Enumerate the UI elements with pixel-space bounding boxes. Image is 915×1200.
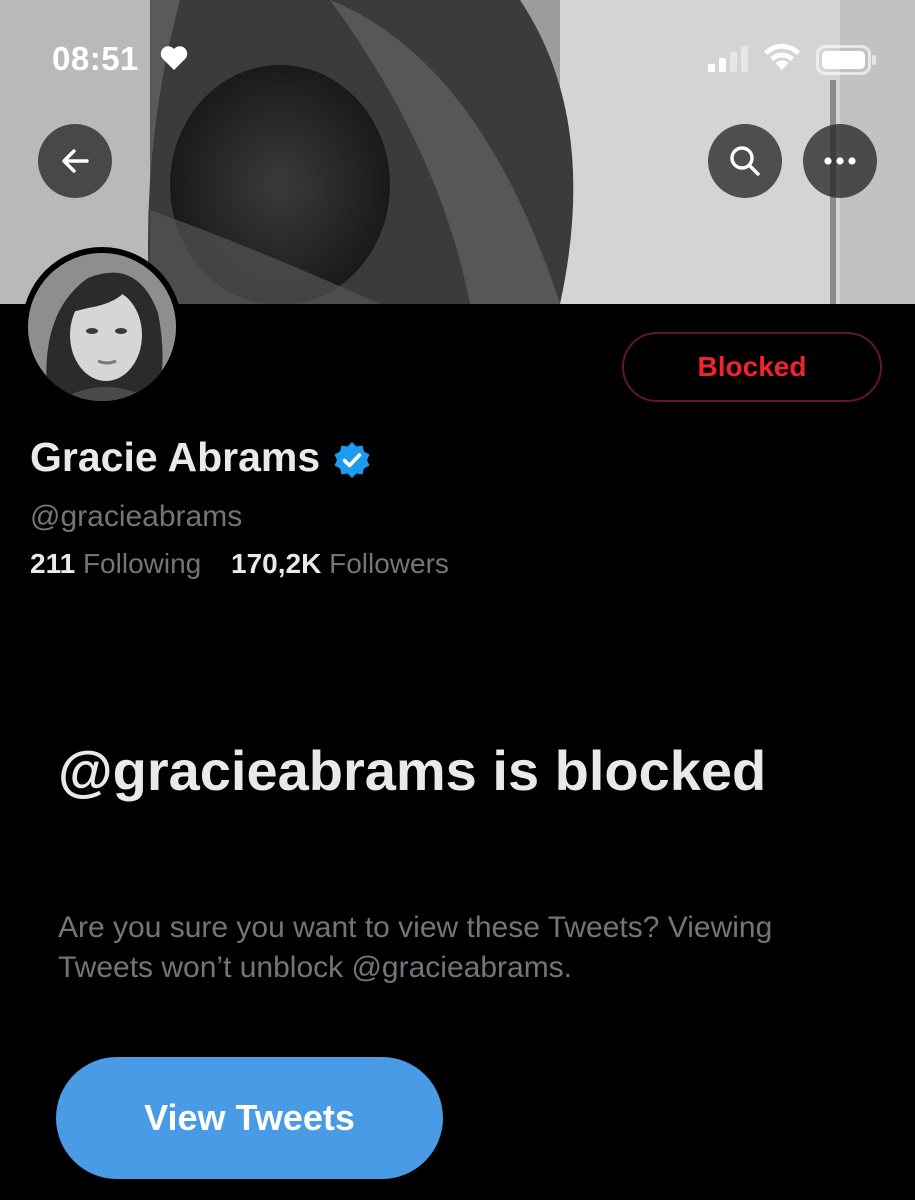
following-stat[interactable]: 211 Following [30, 548, 201, 580]
wifi-icon [764, 43, 800, 70]
following-label: Following [82, 548, 202, 579]
verified-badge-icon[interactable] [332, 440, 372, 480]
more-options-button[interactable] [803, 124, 877, 198]
profile-stats: 211 Following 170,2K Followers [30, 548, 449, 580]
status-bar: 08:51 [0, 0, 915, 120]
view-tweets-button[interactable]: View Tweets [56, 1057, 443, 1179]
followers-stat[interactable]: 170,2K Followers [231, 548, 449, 580]
profile-name-row: Gracie Abrams [30, 434, 372, 481]
following-count: 211 [30, 548, 76, 579]
more-horizontal-icon [824, 157, 856, 165]
profile-handle: @gracieabrams [30, 500, 243, 533]
heart-icon [160, 46, 188, 70]
followers-label: Followers [329, 548, 449, 579]
profile-name: Gracie Abrams [30, 434, 321, 480]
back-button[interactable] [38, 124, 112, 198]
blocked-notice-description: Are you sure you want to view these Twee… [58, 911, 773, 984]
search-button[interactable] [708, 124, 782, 198]
search-icon [730, 146, 760, 176]
profile-avatar[interactable] [22, 247, 182, 407]
battery-icon [816, 45, 876, 75]
profile-screen: 08:51 Blocked Gracie Abrams @gracieabram… [0, 0, 915, 1200]
avatar-photo [28, 253, 176, 401]
arrow-left-icon [62, 149, 89, 173]
followers-count: 170,2K [231, 548, 322, 579]
blocked-notice-title: @gracieabrams is blocked [58, 739, 767, 802]
blocked-button[interactable]: Blocked [622, 332, 882, 402]
status-time: 08:51 [52, 40, 139, 77]
avatar-portrait [28, 253, 176, 401]
cellular-signal-icon [708, 46, 748, 72]
